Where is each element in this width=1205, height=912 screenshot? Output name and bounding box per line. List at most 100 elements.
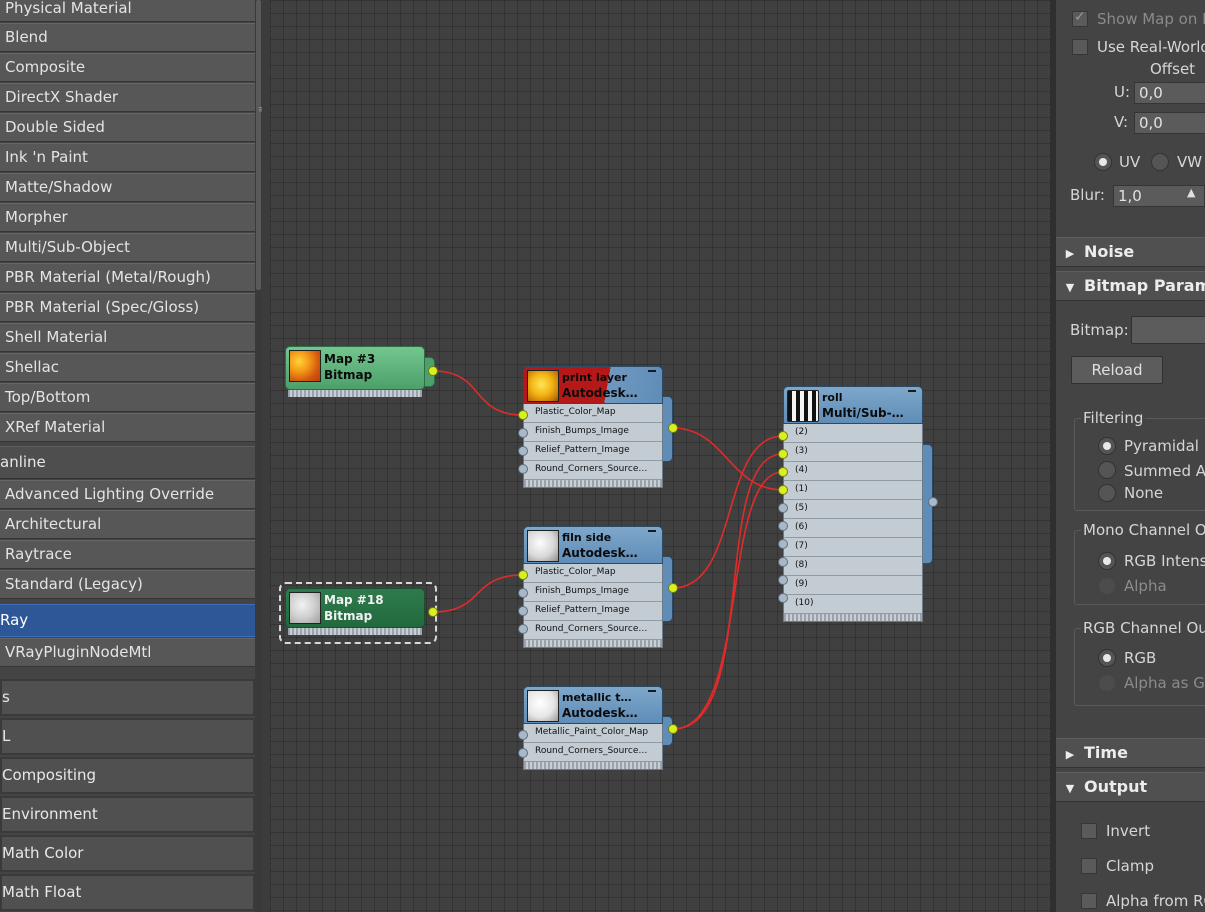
print-layer-input-port-1[interactable]: [518, 410, 528, 420]
node-film-side[interactable]: filn side Autodesk… Plastic_Color_Map Fi…: [523, 526, 663, 648]
film-side-input-port-2[interactable]: [518, 588, 528, 598]
print-layer-input-port-2[interactable]: [518, 428, 528, 438]
print-layer-slot-finish-bumps[interactable]: Finish_Bumps_Image: [524, 423, 662, 442]
material-item-ink-n-paint[interactable]: Ink 'n Paint: [0, 143, 255, 172]
roll-input-port-2[interactable]: [778, 431, 788, 441]
film-side-input-port-3[interactable]: [518, 606, 528, 616]
roll-slot-5[interactable]: (5): [784, 500, 922, 519]
material-item-raytrace[interactable]: Raytrace: [0, 540, 255, 569]
map3-output-port[interactable]: [428, 366, 438, 376]
roll-input-port-9[interactable]: [778, 575, 788, 585]
reload-button[interactable]: Reload: [1071, 356, 1163, 384]
summed-area-radio[interactable]: [1098, 461, 1116, 479]
node-editor-canvas[interactable]: Map #3 Bitmap Map #18 Bitmap print layer…: [270, 0, 1050, 912]
roll-slot-10[interactable]: (10): [784, 595, 922, 614]
print-layer-slot-round-corners[interactable]: Round_Corners_Source…: [524, 461, 662, 480]
rgb-intensity-radio[interactable]: [1098, 552, 1116, 570]
alpha-radio[interactable]: [1098, 577, 1116, 595]
group-environment[interactable]: Environment: [0, 796, 255, 833]
film-side-slot-round-corners[interactable]: Round_Corners_Source…: [524, 621, 662, 640]
alpha-as-gray-radio[interactable]: [1098, 674, 1116, 692]
material-item-top-bottom[interactable]: Top/Bottom: [0, 383, 255, 412]
invert-checkbox[interactable]: [1081, 823, 1097, 839]
material-item-shell[interactable]: Shell Material: [0, 323, 255, 352]
material-item-vray-plugin-node-mtl[interactable]: VRayPluginNodeMtl: [0, 638, 255, 667]
vw-radio[interactable]: [1151, 153, 1169, 171]
node-roll[interactable]: roll Multi/Sub-… (2) (3) (4) (1) (5) (6)…: [783, 386, 923, 622]
left-scrollbar-thumb[interactable]: [256, 0, 261, 290]
roll-input-port-6[interactable]: [778, 521, 788, 531]
group-compositing[interactable]: Compositing: [0, 757, 255, 794]
use-real-world-checkbox[interactable]: [1072, 39, 1088, 55]
roll-input-port-4[interactable]: [778, 467, 788, 477]
map18-output-port[interactable]: [428, 607, 438, 617]
material-item-xref[interactable]: XRef Material: [0, 413, 255, 442]
node-print-layer[interactable]: print layer Autodesk… Plastic_Color_Map …: [523, 366, 663, 488]
material-item-morpher[interactable]: Morpher: [0, 203, 255, 232]
metallic-input-port-2[interactable]: [518, 748, 528, 758]
material-item-matte-shadow[interactable]: Matte/Shadow: [0, 173, 255, 202]
rollout-output[interactable]: ▼ Output: [1056, 772, 1205, 802]
group-math-color[interactable]: Math Color: [0, 835, 255, 872]
material-item-physical[interactable]: Physical Material: [0, 0, 255, 22]
roll-input-port-1[interactable]: [778, 485, 788, 495]
roll-slot-1[interactable]: (1): [784, 481, 922, 500]
roll-input-port-7[interactable]: [778, 539, 788, 549]
pyramidal-radio[interactable]: [1098, 437, 1116, 455]
u-offset-field[interactable]: 0,0: [1134, 82, 1205, 104]
alpha-from-rgb-checkbox[interactable]: [1081, 893, 1097, 909]
roll-slot-3[interactable]: (3): [784, 443, 922, 462]
material-item-architectural[interactable]: Architectural: [0, 510, 255, 539]
roll-slot-9[interactable]: (9): [784, 576, 922, 595]
node-map18[interactable]: Map #18 Bitmap: [285, 588, 425, 635]
roll-input-port-3[interactable]: [778, 449, 788, 459]
roll-input-port-10[interactable]: [778, 593, 788, 603]
node-metallic[interactable]: metallic t… Autodesk… Metallic_Paint_Col…: [523, 686, 663, 770]
material-item-shellac[interactable]: Shellac: [0, 353, 255, 382]
metallic-slot-paint-color[interactable]: Metallic_Paint_Color_Map: [524, 724, 662, 743]
material-item-multi-sub-object[interactable]: Multi/Sub-Object: [0, 233, 255, 262]
roll-slot-4[interactable]: (4): [784, 462, 922, 481]
film-side-input-port-4[interactable]: [518, 624, 528, 634]
group-maps-s[interactable]: s: [0, 679, 255, 716]
material-item-blend[interactable]: Blend: [0, 23, 255, 52]
metallic-slot-round-corners[interactable]: Round_Corners_Source…: [524, 743, 662, 762]
metallic-output-port[interactable]: [668, 724, 678, 734]
metallic-minimize-icon[interactable]: [648, 690, 656, 692]
node-map3[interactable]: Map #3 Bitmap: [285, 346, 425, 397]
print-layer-slot-plastic-color[interactable]: Plastic_Color_Map: [524, 404, 662, 423]
print-layer-output-port[interactable]: [668, 423, 678, 433]
print-layer-slot-relief-pattern[interactable]: Relief_Pattern_Image: [524, 442, 662, 461]
splitter-grip-icon[interactable]: ≡: [258, 105, 262, 115]
film-side-slot-plastic-color[interactable]: Plastic_Color_Map: [524, 564, 662, 583]
roll-slot-6[interactable]: (6): [784, 519, 922, 538]
uv-radio[interactable]: [1094, 153, 1112, 171]
rollout-noise[interactable]: ▶ Noise: [1056, 237, 1205, 267]
print-layer-minimize-icon[interactable]: [648, 370, 656, 372]
roll-input-port-8[interactable]: [778, 557, 788, 567]
film-side-slot-finish-bumps[interactable]: Finish_Bumps_Image: [524, 583, 662, 602]
show-map-checkbox[interactable]: [1072, 9, 1088, 27]
roll-minimize-icon[interactable]: [908, 390, 916, 392]
material-item-pbr-spec-gloss[interactable]: PBR Material (Spec/Gloss): [0, 293, 255, 322]
group-maps-l[interactable]: L: [0, 718, 255, 755]
none-radio[interactable]: [1098, 484, 1116, 502]
print-layer-input-port-3[interactable]: [518, 446, 528, 456]
material-item-standard-legacy[interactable]: Standard (Legacy): [0, 570, 255, 599]
bitmap-path-button[interactable]: [1131, 316, 1205, 344]
roll-slot-7[interactable]: (7): [784, 538, 922, 557]
rgb-radio[interactable]: [1098, 649, 1116, 667]
film-side-output-port[interactable]: [668, 583, 678, 593]
group-math-float[interactable]: Math Float: [0, 874, 255, 911]
roll-output-port[interactable]: [928, 497, 938, 507]
group-vray[interactable]: Ray: [0, 604, 255, 637]
material-item-double-sided[interactable]: Double Sided: [0, 113, 255, 142]
roll-slot-2[interactable]: (2): [784, 424, 922, 443]
film-side-slot-relief-pattern[interactable]: Relief_Pattern_Image: [524, 602, 662, 621]
group-scanline[interactable]: anline: [0, 446, 255, 479]
film-side-input-port-1[interactable]: [518, 570, 528, 580]
clamp-checkbox[interactable]: [1081, 858, 1097, 874]
roll-input-port-5[interactable]: [778, 503, 788, 513]
blur-spinner-icon[interactable]: ▲: [1187, 186, 1195, 199]
material-item-advanced-lighting-override[interactable]: Advanced Lighting Override: [0, 480, 255, 509]
